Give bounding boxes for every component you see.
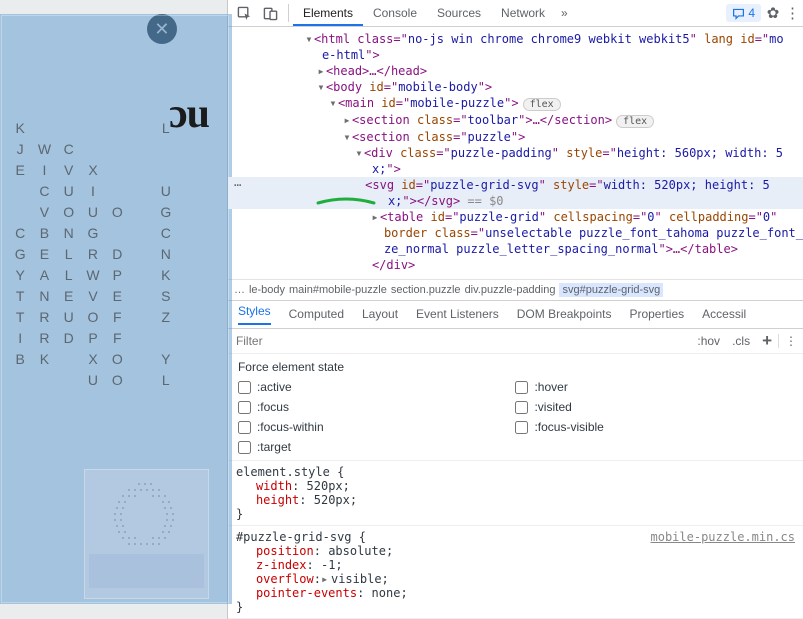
puzzle-minimap: [84, 469, 209, 599]
css-source-link[interactable]: mobile-puzzle.min.cs: [651, 530, 796, 544]
crumb-body[interactable]: le-body: [249, 284, 285, 296]
styles-tabbar: Styles Computed Layout Event Listeners D…: [228, 301, 803, 328]
force-focus-within[interactable]: :focus-within: [238, 420, 516, 434]
force-state-title: Force element state: [238, 360, 793, 374]
css-rule-element-style[interactable]: element.style { width: 520px; height: 52…: [228, 461, 803, 526]
tab-properties[interactable]: Properties: [629, 307, 684, 321]
crumb-svg[interactable]: svg#puzzle-grid-svg: [559, 283, 663, 297]
puzzle-letter-grid: KLJWCEIVXCUIUVOUOGCBNGCGELRDNYALWPKTNEVE…: [8, 120, 178, 393]
css-rule-puzzle-grid-svg[interactable]: mobile-puzzle.min.cs#puzzle-grid-svg { p…: [228, 526, 803, 619]
force-focus-visible[interactable]: :focus-visible: [515, 420, 793, 434]
dom-tree[interactable]: ▾<html class="no-js win chrome chrome9 w…: [228, 27, 803, 279]
messages-count: 4: [748, 6, 755, 20]
force-visited[interactable]: :visited: [515, 400, 793, 414]
crumb-main[interactable]: main#mobile-puzzle: [289, 284, 387, 296]
tab-dom-breakpoints[interactable]: DOM Breakpoints: [517, 307, 612, 321]
settings-gear-icon[interactable]: ✿: [761, 4, 785, 22]
kebab-menu-icon[interactable]: ⋮: [785, 4, 799, 22]
line-actions-icon[interactable]: ⋯: [228, 178, 241, 192]
devtools-tabbar: Elements Console Sources Network » 4 ✿ ⋮: [228, 0, 803, 27]
toggle-device-icon[interactable]: [258, 2, 284, 24]
dom-breadcrumb[interactable]: … le-body main#mobile-puzzle section.puz…: [228, 279, 803, 301]
tab-console[interactable]: Console: [363, 0, 427, 26]
styles-filter-row: :hov .cls + ⋮: [228, 329, 803, 355]
force-active[interactable]: :active: [238, 380, 516, 394]
tab-sources[interactable]: Sources: [427, 0, 491, 26]
devtools-panel: Elements Console Sources Network » 4 ✿ ⋮…: [227, 0, 803, 619]
tab-layout[interactable]: Layout: [362, 307, 398, 321]
force-focus[interactable]: :focus: [238, 400, 516, 414]
tab-styles[interactable]: Styles: [238, 304, 271, 325]
tab-accessibility[interactable]: Accessil: [702, 307, 746, 321]
tab-elements[interactable]: Elements: [293, 0, 363, 26]
inspect-element-icon[interactable]: [232, 2, 258, 24]
force-target[interactable]: :target: [238, 440, 516, 454]
page-viewport: ✕ ɔu KLJWCEIVXCUIUVOUOGCBNGCGELRDNYALWPK…: [0, 0, 227, 619]
cls-toggle[interactable]: .cls: [726, 334, 756, 348]
tab-network[interactable]: Network: [491, 0, 555, 26]
new-style-rule-icon[interactable]: +: [756, 331, 778, 351]
crumb-section[interactable]: section.puzzle: [391, 284, 461, 296]
styles-more-icon[interactable]: ⋮: [778, 334, 803, 348]
tabs-overflow-icon[interactable]: »: [555, 0, 574, 26]
force-state-block: Force element state :active :focus :focu…: [228, 354, 803, 461]
crumb-div[interactable]: div.puzzle-padding: [465, 284, 556, 296]
tab-event-listeners[interactable]: Event Listeners: [416, 307, 499, 321]
styles-filter-input[interactable]: [228, 330, 691, 352]
hov-toggle[interactable]: :hov: [691, 334, 726, 348]
force-hover[interactable]: :hover: [515, 380, 793, 394]
tab-computed[interactable]: Computed: [289, 307, 344, 321]
messages-chip[interactable]: 4: [726, 4, 761, 22]
